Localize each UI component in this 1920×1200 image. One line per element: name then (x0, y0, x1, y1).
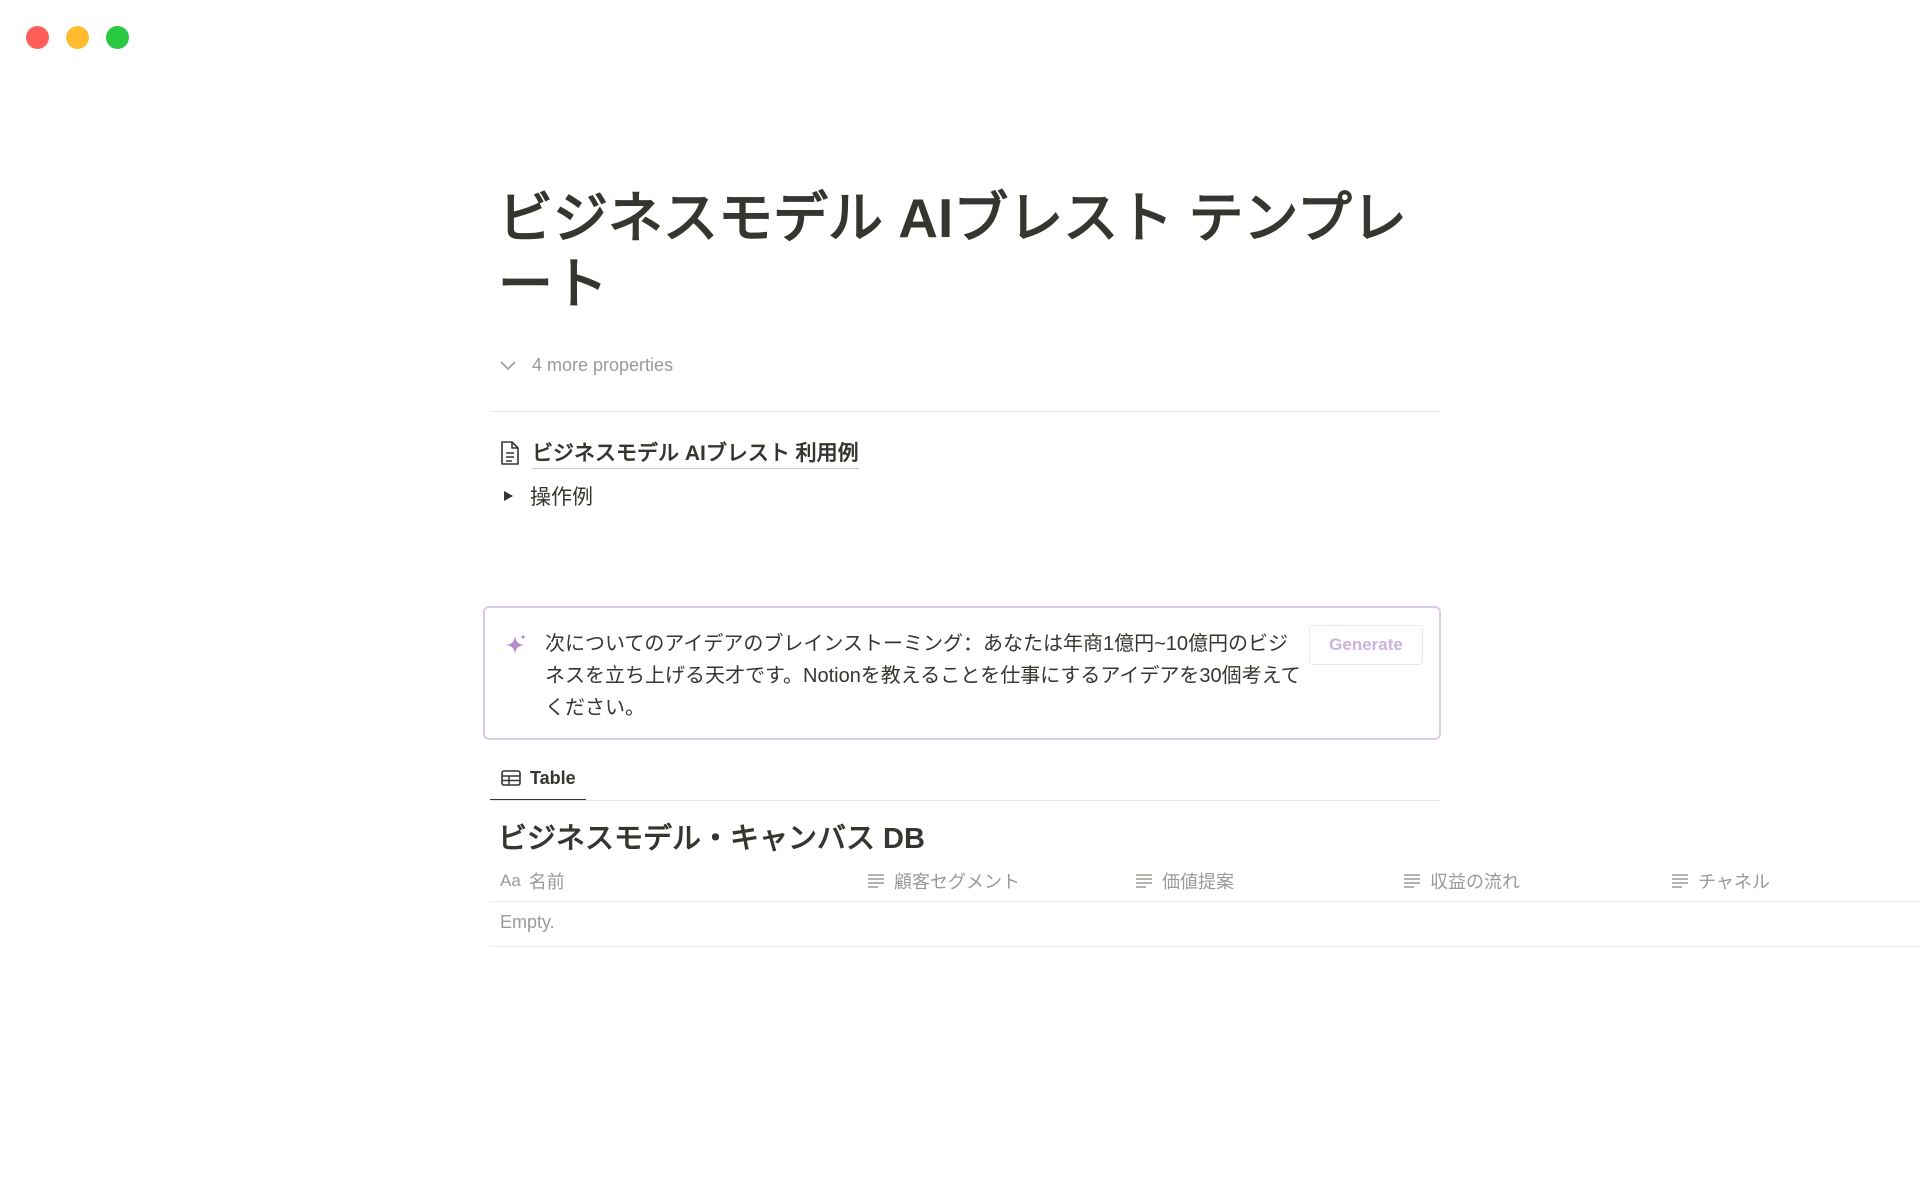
text-lines-icon (1136, 874, 1152, 888)
column-header-customer-segment[interactable]: 顧客セグメント (866, 860, 1020, 902)
column-header-label: 価値提案 (1162, 872, 1234, 892)
toggle-block[interactable]: 操作例 (498, 481, 593, 511)
more-properties-toggle[interactable]: 4 more properties (498, 355, 673, 376)
ai-block[interactable]: 次についてのアイデアのブレインストーミング：あなたは年商1億円~10億円のビジネ… (483, 606, 1441, 740)
column-header-label: 収益の流れ (1430, 872, 1520, 892)
tab-table[interactable]: Table (490, 756, 586, 801)
ai-prompt-text: 次についてのアイデアのブレインストーミング：あなたは年商1億円~10億円のビジネ… (545, 633, 1301, 719)
column-header-revenue-streams[interactable]: 収益の流れ (1402, 860, 1520, 902)
properties-divider (490, 411, 1440, 412)
toggle-label: 操作例 (530, 486, 593, 509)
database-view-tabs: Table (490, 756, 1440, 801)
page-icon (501, 441, 519, 465)
tab-table-label: Table (530, 767, 576, 788)
column-header-label: チャネル (1698, 872, 1770, 892)
subpage-link[interactable]: ビジネスモデル AIブレスト 利用例 (498, 437, 859, 469)
text-lines-icon (868, 874, 884, 888)
column-header-channels[interactable]: チャネル (1670, 860, 1770, 902)
row-divider (490, 946, 1920, 947)
toggle-triangle-icon[interactable] (498, 486, 518, 506)
column-header-name[interactable]: Aa 名前 (500, 860, 565, 902)
maximize-window-button[interactable] (106, 26, 129, 49)
sparkle-icon (506, 634, 526, 654)
column-header-label: 名前 (528, 872, 565, 892)
minimize-window-button[interactable] (66, 26, 89, 49)
table-header: Aa 名前 顧客セグメント 価値提案 収益の流れ チャネル (490, 860, 1920, 902)
database-title[interactable]: ビジネスモデル・キャンバス DB (498, 815, 925, 857)
header-divider (490, 901, 1920, 902)
text-type-icon: Aa (500, 871, 521, 890)
chevron-down-icon (500, 360, 516, 370)
column-header-value-proposition[interactable]: 価値提案 (1134, 860, 1234, 902)
app-window: ビジネスモデル AIブレスト テンプレート 4 more properties … (0, 0, 1920, 1200)
window-controls (26, 26, 129, 49)
text-lines-icon (1404, 874, 1420, 888)
text-lines-icon (1672, 874, 1688, 888)
more-properties-label: 4 more properties (532, 355, 674, 375)
subpage-link-label: ビジネスモデル AIブレスト 利用例 (532, 437, 859, 469)
table-icon (501, 770, 521, 786)
tabs-divider (490, 800, 1440, 801)
column-header-label: 顧客セグメント (894, 872, 1020, 892)
empty-state-text: Empty. (500, 912, 555, 932)
generate-button[interactable]: Generate (1309, 625, 1423, 665)
close-window-button[interactable] (26, 26, 49, 49)
page-title[interactable]: ビジネスモデル AIブレスト テンプレート (498, 185, 1438, 317)
